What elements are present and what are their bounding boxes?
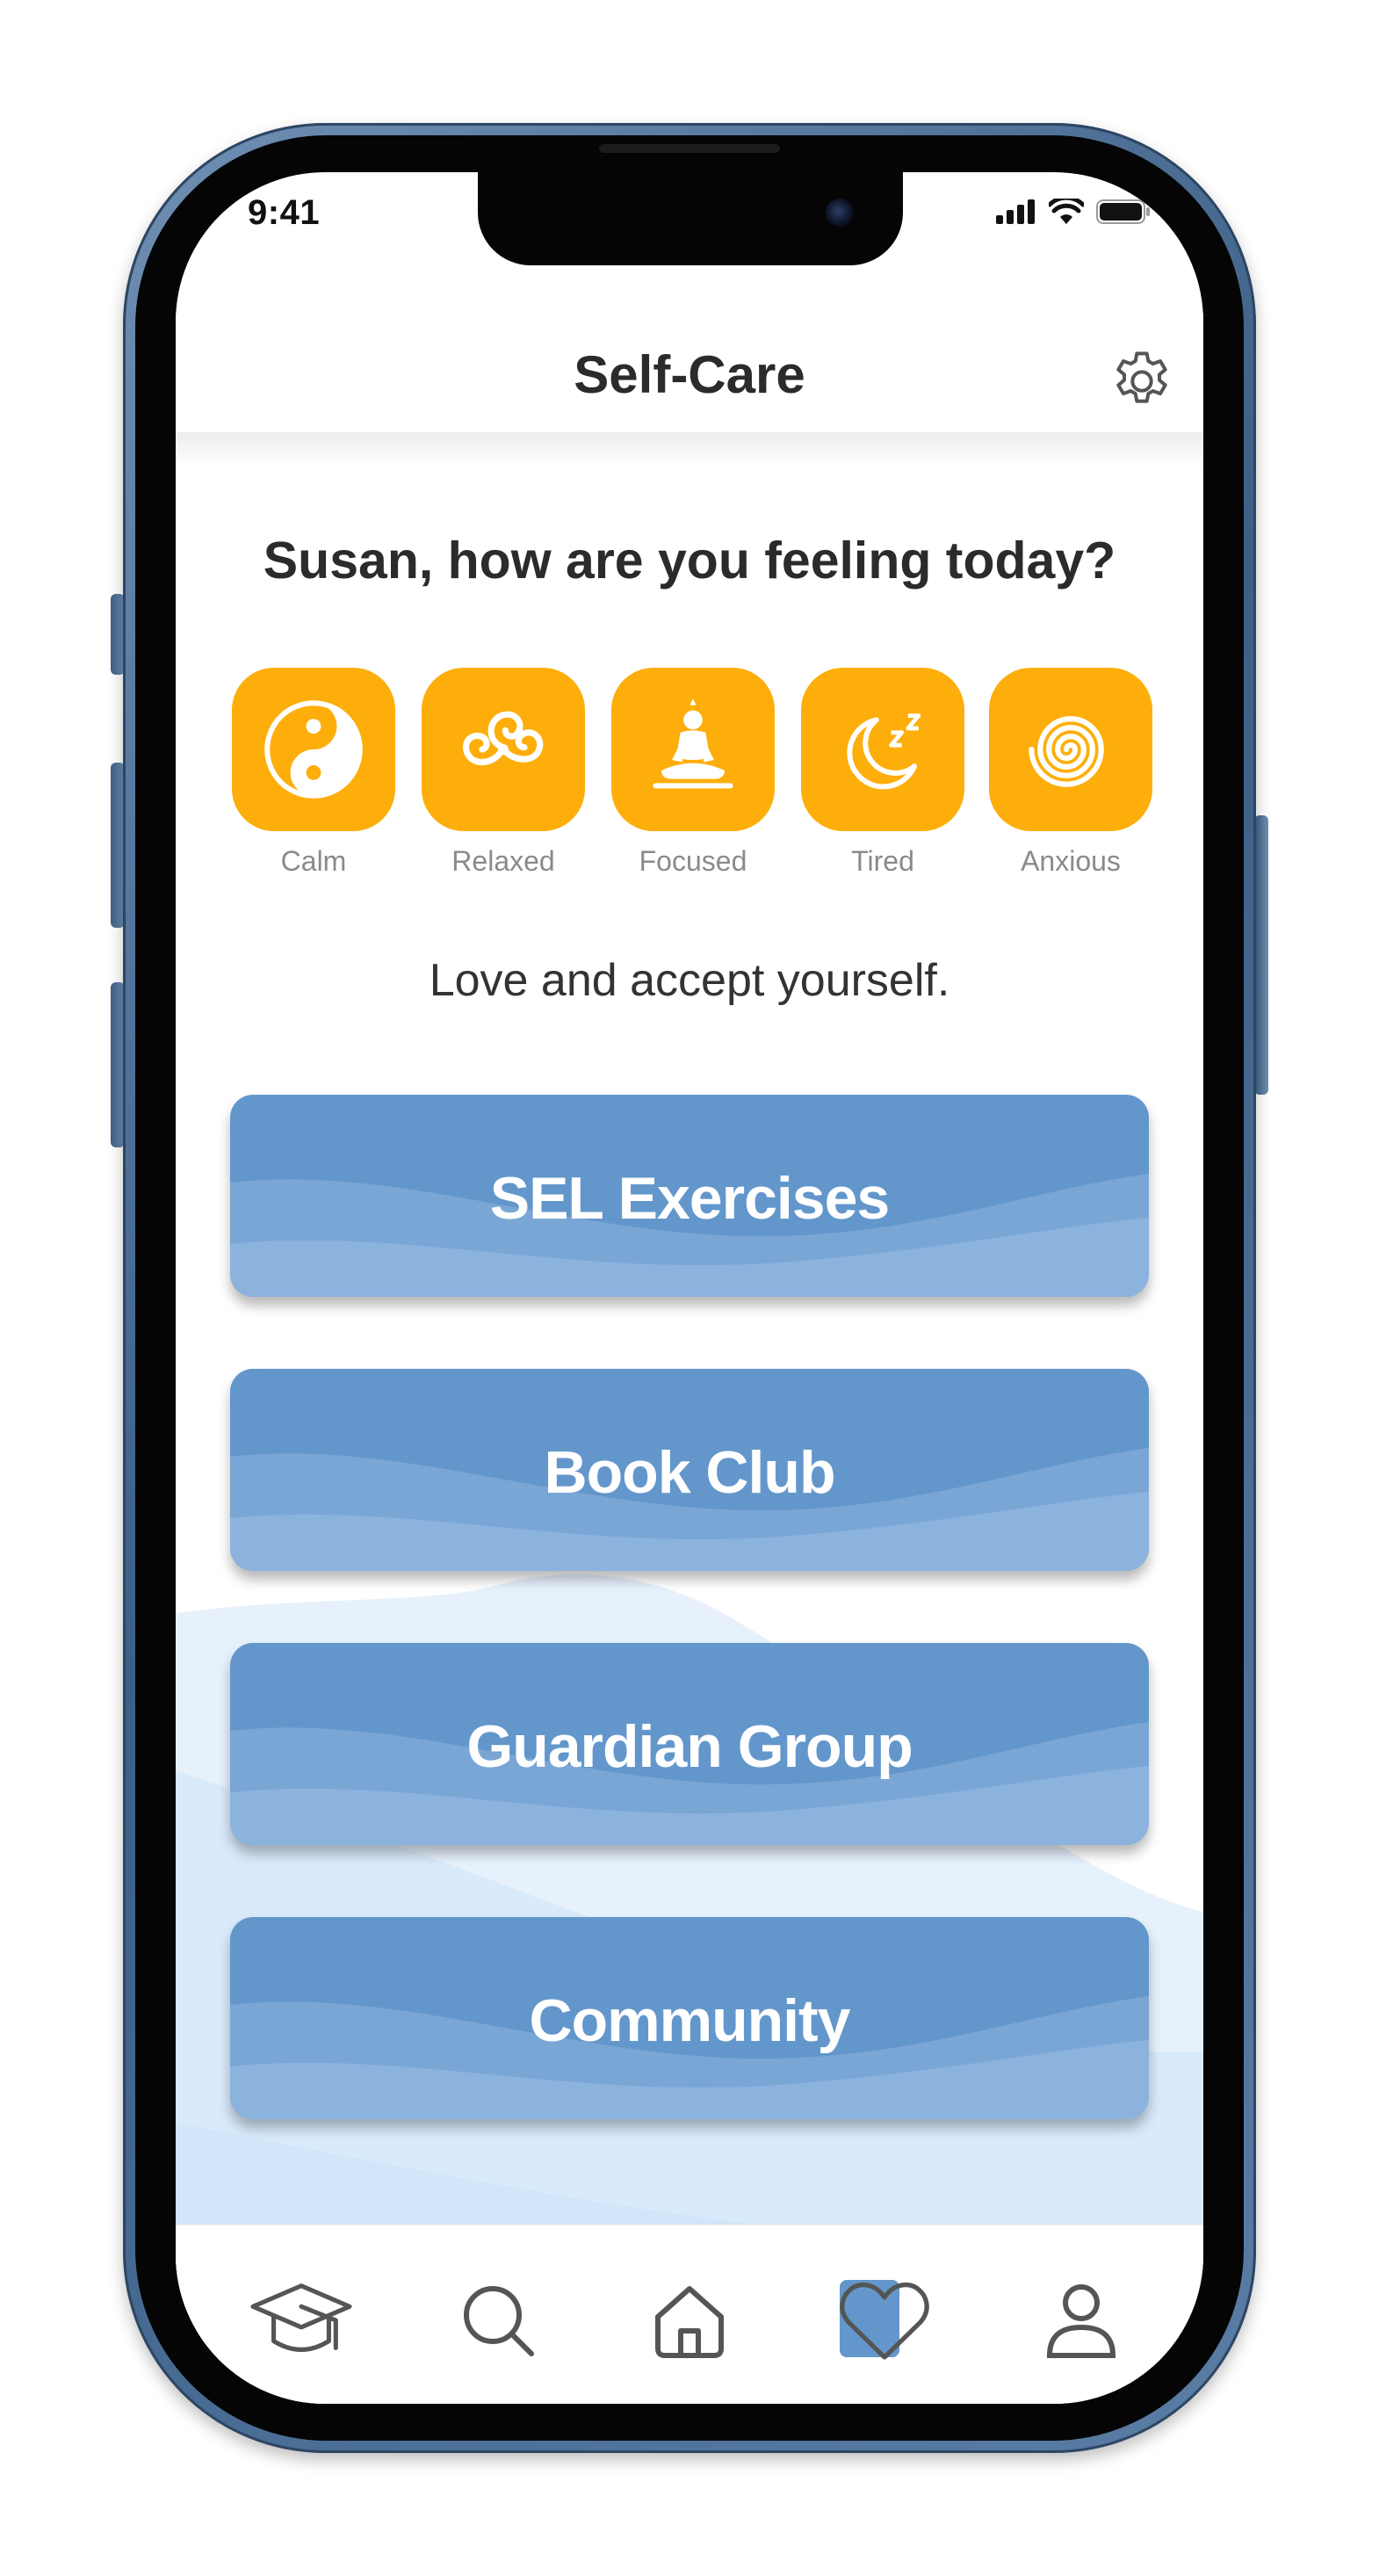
mood-tile[interactable] bbox=[232, 668, 395, 831]
mood-anxious[interactable]: Anxious bbox=[987, 668, 1154, 878]
spiral-icon bbox=[1029, 716, 1104, 787]
status-icons bbox=[996, 199, 1151, 225]
mood-label: Tired bbox=[851, 845, 914, 877]
greeting-question: Susan, how are you feeling today? bbox=[263, 532, 1116, 590]
card-label: Guardian Group bbox=[466, 1713, 913, 1780]
yin-yang-icon bbox=[264, 700, 363, 799]
tab-self-care[interactable] bbox=[827, 2268, 942, 2373]
card-label: Book Club bbox=[544, 1439, 836, 1506]
sel-exercises-button[interactable]: SEL Exercises bbox=[230, 1095, 1149, 1297]
moon-zzz-icon bbox=[847, 713, 921, 790]
cellular-signal-icon bbox=[996, 199, 1035, 224]
affirmation-text: Love and accept yourself. bbox=[429, 955, 950, 1006]
battery-icon bbox=[1096, 199, 1150, 224]
mood-tile[interactable] bbox=[989, 668, 1152, 831]
status-time: 9:41 bbox=[248, 193, 321, 232]
gear-icon bbox=[1116, 351, 1167, 403]
mood-label: Focused bbox=[639, 845, 747, 877]
card-label: Community bbox=[529, 1987, 851, 2054]
mood-tile[interactable] bbox=[801, 668, 964, 831]
screen: 9:41 Self-Care Susan, how are you feelin… bbox=[176, 172, 1203, 2404]
settings-button[interactable] bbox=[1107, 346, 1177, 416]
home-icon bbox=[655, 2286, 724, 2358]
tab-profile[interactable] bbox=[1024, 2268, 1138, 2373]
header-shadow bbox=[176, 432, 1203, 467]
triskelion-icon bbox=[463, 711, 544, 765]
mood-label: Relaxed bbox=[451, 845, 555, 877]
community-button[interactable]: Community bbox=[230, 1917, 1149, 2119]
mood-tired[interactable]: Tired bbox=[799, 668, 966, 878]
wifi-icon bbox=[1049, 199, 1084, 224]
page-title: Self-Care bbox=[574, 345, 805, 404]
mood-tile[interactable] bbox=[422, 668, 585, 831]
notch bbox=[478, 172, 903, 265]
mood-relaxed[interactable]: Relaxed bbox=[420, 668, 587, 878]
book-club-button[interactable]: Book Club bbox=[230, 1369, 1149, 1571]
mood-label: Calm bbox=[280, 845, 347, 877]
tab-search[interactable] bbox=[441, 2268, 555, 2373]
card-label: SEL Exercises bbox=[489, 1165, 891, 1232]
mood-selector: Calm Relaxed Focused Tired Anxious bbox=[230, 668, 1152, 905]
mood-focused[interactable]: Focused bbox=[610, 668, 776, 878]
heart-icon bbox=[840, 2280, 929, 2360]
search-icon bbox=[464, 2286, 534, 2356]
tab-bar bbox=[176, 2225, 1203, 2404]
mood-tile[interactable] bbox=[611, 668, 775, 831]
header: Self-Care bbox=[176, 313, 1203, 432]
power-button bbox=[1254, 815, 1268, 1095]
profile-icon bbox=[1046, 2284, 1116, 2358]
tab-home[interactable] bbox=[632, 2268, 747, 2373]
meditating-person-icon bbox=[653, 698, 733, 789]
mood-calm[interactable]: Calm bbox=[230, 668, 397, 878]
front-camera bbox=[826, 199, 854, 227]
earpiece-speaker bbox=[599, 144, 780, 153]
graduation-cap-icon bbox=[250, 2283, 352, 2352]
tab-learn[interactable] bbox=[244, 2268, 358, 2373]
mood-label: Anxious bbox=[1021, 845, 1121, 877]
guardian-group-button[interactable]: Guardian Group bbox=[230, 1643, 1149, 1845]
